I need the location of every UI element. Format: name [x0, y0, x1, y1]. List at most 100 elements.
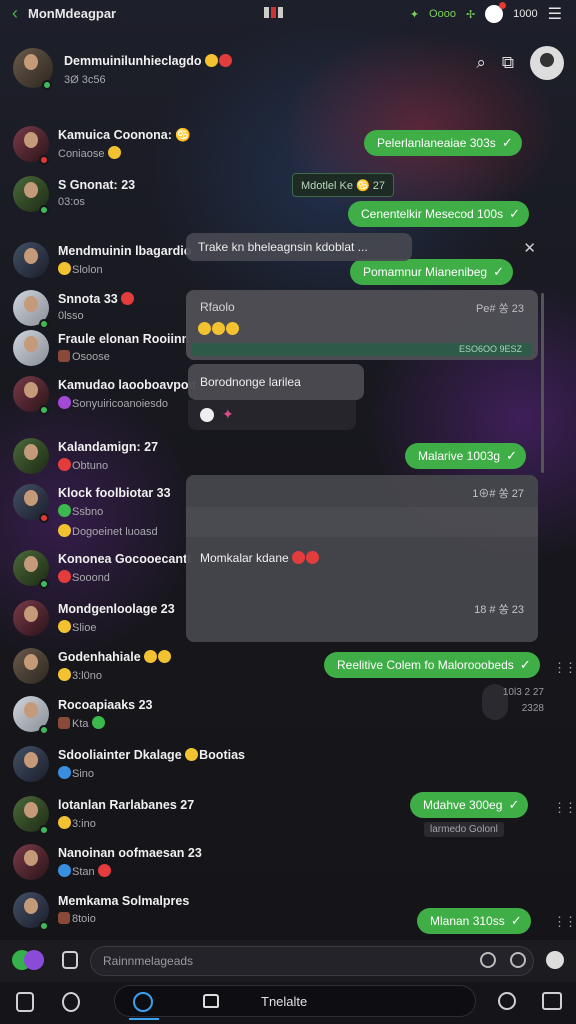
chat-preview: Sonyuiricoanoiesdo	[72, 398, 169, 410]
chat-item[interactable]: Kamuica Coonona: ♋ Coniaose	[0, 124, 200, 172]
online-indicator	[39, 405, 49, 415]
overlay-header: Trake kn bheleagnsin kdoblat ...	[186, 233, 412, 261]
more-icon[interactable]: ⋮⋮	[553, 914, 576, 930]
bottom-nav: Tnelalte	[0, 982, 576, 1024]
share-icon[interactable]: ⧉	[502, 53, 514, 73]
file-icon[interactable]	[16, 992, 34, 1012]
overlay-scrollbar[interactable]	[541, 293, 544, 473]
chat-preview: Slolon	[72, 264, 103, 276]
chat-item[interactable]: Godenhahiale 3:l0no	[0, 646, 200, 694]
card-band	[186, 507, 538, 537]
message-input[interactable]: Rainnmelageads	[90, 946, 534, 976]
search-icon[interactable]: ⌕	[476, 53, 486, 73]
chat-app: { "status": {"title": "MonMdeagpar", "co…	[0, 0, 576, 1024]
card-strip: ESO6OO 9ESZ	[192, 343, 532, 356]
back-arrow-icon[interactable]: ‹	[12, 3, 18, 24]
help-icon[interactable]	[510, 952, 526, 968]
chat-item[interactable]: Kamudao laooboavpoit Sonyuiricoanoiesdo	[0, 374, 200, 422]
outgoing-message[interactable]: Pelerlanlaneaiae 303s	[364, 130, 522, 156]
chat-item[interactable]: Kalandamign: 27 Obtuno	[0, 436, 200, 484]
nav-pill: Tnelalte	[114, 985, 476, 1020]
chat-name: Memkama Solmalpres	[58, 894, 190, 908]
chat-item-top[interactable]: Demmuinilunhieclagdo 3Ø 3c56	[0, 46, 232, 94]
attach-icon[interactable]	[62, 951, 78, 969]
notification-overlay: Trake kn bheleagnsin kdoblat ... ✕ Rfaol…	[186, 233, 548, 644]
flag-icon	[264, 7, 283, 18]
outgoing-message[interactable]: Mdahve 300eg	[410, 792, 529, 818]
chat-name: lotanlan Rarlabanes 27	[58, 798, 195, 812]
emoji-icon[interactable]	[480, 952, 496, 968]
chat-preview: Ssbno	[72, 506, 104, 518]
online-indicator	[39, 921, 49, 931]
chat-item[interactable]: Mondgenloolage 23 Slioe	[0, 598, 200, 646]
chat-preview: Sooond	[72, 572, 110, 584]
status-indicator	[39, 155, 49, 165]
chat-item[interactable]: Mendmuinin lbagardio Slolon	[0, 240, 200, 288]
status-right: ✦ Oooo ✢ 1000 ☰	[410, 2, 562, 24]
outgoing-message[interactable]: Cenentelkir Mesecod 100s	[348, 201, 530, 227]
menu-icon[interactable]: ☰	[548, 4, 562, 24]
chat-item[interactable]: S Gnonat: 23 03:os	[0, 174, 200, 222]
chat-item[interactable]: Sdooliainter Dkalage Bootias Sino	[0, 744, 245, 792]
preview-card[interactable]: Borodnonge larilea	[188, 364, 364, 400]
card-time: 18 # 쏭 23	[474, 604, 524, 616]
reaction-icon[interactable]	[200, 408, 214, 422]
chat-tab-icon[interactable]	[129, 992, 159, 1020]
online-indicator	[39, 725, 49, 735]
notification-icon[interactable]	[485, 2, 507, 23]
card-time: Pe# 쏭 23	[475, 303, 524, 315]
mail-icon[interactable]	[542, 992, 562, 1010]
message-time: 2328	[521, 703, 544, 714]
home-icon[interactable]	[203, 994, 219, 1008]
chat-item[interactable]: lotanlan Rarlabanes 27 3:ino	[0, 794, 200, 842]
chat-name: Mondgenloolage 23	[58, 602, 175, 616]
chat-preview: 8toio	[72, 913, 96, 925]
chat-item[interactable]: Kononea Gocooecantt Sooond	[0, 548, 200, 596]
preview-card[interactable]: Rfaolo Pe# 쏭 23 ESO6OO 9ESZ	[186, 290, 538, 360]
signal-icon: ✢	[465, 8, 476, 21]
outgoing-message[interactable]: Reelitive Colem fo Malorooobeds	[324, 652, 540, 678]
reaction-row: ✦	[188, 400, 356, 430]
send-icon[interactable]	[546, 951, 564, 969]
card-text: Borodnonge larilea	[200, 375, 301, 389]
sticker-icon[interactable]	[12, 950, 44, 972]
chat-item[interactable]: Rocoapiaaks 23 Kta	[0, 694, 200, 742]
chat-preview: Stan	[72, 866, 95, 878]
avatar	[13, 600, 49, 636]
chat-preview: Dogoeinet luoasd	[72, 526, 158, 538]
preview-card[interactable]: 1⊕# 쏭 27 Momkalar kdane 18 # 쏭 23	[186, 475, 538, 642]
coin-count: Oooo	[429, 8, 456, 20]
avatar	[13, 844, 49, 880]
chat-name: S Gnonat: 23	[58, 178, 136, 192]
message-caption: larmedo Golonl	[424, 822, 504, 837]
chat-preview: Coniaose	[58, 148, 105, 160]
nav-label[interactable]: Tnelalte	[261, 994, 307, 1009]
online-indicator	[42, 80, 52, 90]
composer: Rainnmelageads	[0, 940, 576, 982]
chat-name: Sdooliainter Dkalage	[58, 748, 182, 762]
chat-name: Snnota 33	[58, 292, 118, 306]
reaction-icon[interactable]: ✦	[222, 406, 234, 423]
chat-item[interactable]: Fraule elonan Rooiinn Osoose	[0, 328, 200, 376]
avatar	[13, 330, 49, 366]
chat-item[interactable]: Nanoinan oofmaesan 23 Stan	[0, 842, 202, 890]
profile-avatar[interactable]	[530, 46, 564, 80]
more-icon[interactable]: ⋮⋮	[553, 660, 576, 676]
system-message: Mdotlel Ke ♋ 27	[292, 173, 395, 197]
header-actions: ⌕ ⧉	[476, 46, 564, 80]
more-icon[interactable]: ⋮⋮	[553, 800, 576, 816]
chat-name: Kalandamign: 27	[58, 440, 159, 454]
emoji-row	[198, 320, 240, 338]
chat-name: Kamuica Coonona: ♋	[58, 128, 191, 142]
avatar	[13, 438, 49, 474]
close-icon[interactable]: ✕	[523, 239, 536, 257]
settings-icon[interactable]	[62, 992, 80, 1012]
outgoing-message[interactable]: Mlanan 310ss	[417, 908, 531, 934]
chat-name: Nanoinan oofmaesan 23	[58, 846, 202, 860]
chat-item[interactable]: Memkama Solmalpres 8toio	[0, 890, 200, 938]
app-title: MonMdeagpar	[28, 5, 117, 21]
card-label: Rfaolo	[200, 300, 235, 314]
avatar	[13, 648, 49, 684]
chat-tag: Bootias	[199, 748, 245, 762]
clock-icon[interactable]	[498, 992, 516, 1010]
